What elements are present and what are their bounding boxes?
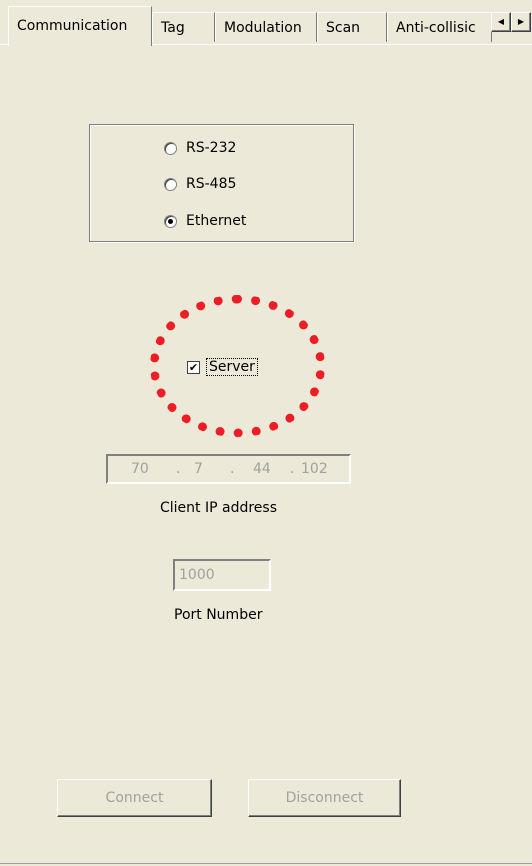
bottom-border	[0, 863, 532, 864]
tab-scan[interactable]: Scan	[317, 12, 387, 42]
radio-button[interactable]	[164, 141, 177, 155]
radio-button[interactable]	[164, 214, 177, 228]
tab-communication[interactable]: Communication	[8, 6, 152, 46]
tab-strip: Communication Tag Modulation Scan Anti-c…	[0, 0, 532, 46]
radio-label: RS-485	[186, 176, 237, 192]
port-number-field[interactable]: 1000	[173, 559, 271, 591]
triangle-left-icon: ◀	[497, 17, 505, 26]
tab-tag[interactable]: Tag	[152, 12, 215, 42]
ip-octet-4[interactable]: 102	[301, 461, 328, 477]
ip-octet-2[interactable]: 7	[194, 461, 203, 477]
port-number-label: Port Number	[174, 607, 263, 623]
checkmark-icon: ✔	[188, 360, 199, 374]
ip-dot: .	[290, 461, 295, 477]
ip-dot: .	[230, 461, 235, 477]
tab-anti-collision[interactable]: Anti-collisic	[387, 12, 492, 42]
connect-button[interactable]: Connect	[57, 779, 212, 817]
tab-modulation[interactable]: Modulation	[215, 12, 317, 42]
server-label: Server	[206, 358, 258, 376]
radio-label: RS-232	[186, 140, 237, 156]
tab-label: Modulation	[224, 20, 302, 36]
ip-octet-1[interactable]: 70	[131, 461, 149, 477]
ip-octet-3[interactable]: 44	[253, 461, 271, 477]
tab-label: Scan	[326, 20, 361, 36]
radio-rs232[interactable]: RS-232	[164, 137, 236, 159]
ip-dot: .	[176, 461, 181, 477]
disconnect-button[interactable]: Disconnect	[248, 779, 401, 817]
checkbox[interactable]: ✔	[187, 360, 200, 374]
tab-label: Anti-collisic	[396, 20, 476, 36]
triangle-right-icon: ▶	[517, 17, 525, 26]
radio-rs485[interactable]: RS-485	[164, 173, 236, 195]
tab-label: Communication	[17, 18, 128, 34]
radio-ethernet[interactable]: Ethernet	[164, 210, 246, 232]
server-checkbox[interactable]: ✔ Server	[187, 355, 258, 379]
client-ip-field[interactable]: 70 . 7 . 44 . 102	[106, 454, 351, 484]
client-ip-label: Client IP address	[160, 500, 278, 516]
tab-label: Tag	[161, 20, 185, 36]
tab-scroll-left-button[interactable]: ◀	[491, 12, 511, 32]
radio-label: Ethernet	[186, 213, 247, 229]
radio-button[interactable]	[164, 177, 177, 191]
tab-scroll-right-button[interactable]: ▶	[511, 12, 531, 32]
